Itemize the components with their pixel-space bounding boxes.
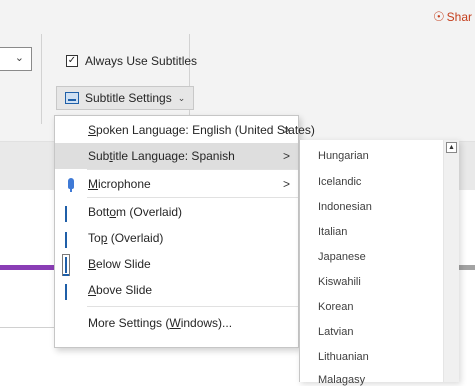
always-use-subtitles-toggle[interactable]: ✓ Always Use Subtitles bbox=[66, 54, 197, 68]
share-button[interactable]: ☉ Shar bbox=[433, 9, 472, 25]
menu-item-below-slide[interactable]: Below Slide bbox=[55, 251, 298, 277]
position-above-icon bbox=[65, 284, 67, 300]
menu-item-bottom-overlaid[interactable]: Bottom (Overlaid) bbox=[55, 199, 298, 225]
list-item-language[interactable]: Latvian bbox=[318, 326, 353, 338]
chevron-right-icon: > bbox=[282, 177, 290, 191]
language-scrollbar[interactable]: ▲ bbox=[443, 140, 459, 382]
share-icon: ☉ bbox=[433, 9, 445, 24]
dropdown-combo[interactable]: ⌄ bbox=[0, 47, 32, 71]
subtitle-settings-label: Subtitle Settings bbox=[85, 91, 172, 105]
list-item-language[interactable]: Malagasy bbox=[318, 374, 365, 386]
list-item-language[interactable]: Korean bbox=[318, 301, 353, 313]
menu-item-label: Top (Overlaid) bbox=[88, 231, 164, 245]
menu-divider bbox=[87, 197, 298, 198]
list-item-language[interactable]: Icelandic bbox=[318, 176, 361, 188]
subtitle-settings-menu: Spoken Language: English (United States)… bbox=[54, 115, 315, 348]
position-top-icon bbox=[65, 232, 67, 248]
slide-accent-bar bbox=[0, 265, 60, 270]
menu-item-top-overlaid[interactable]: Top (Overlaid) bbox=[55, 225, 298, 251]
position-below-icon bbox=[62, 254, 70, 276]
group-divider bbox=[41, 34, 42, 124]
menu-item-more-settings[interactable]: More Settings (Windows)... bbox=[55, 310, 298, 336]
menu-divider bbox=[87, 169, 298, 170]
position-bottom-icon bbox=[65, 206, 67, 222]
subtitle-settings-button[interactable]: Subtitle Settings ⌄ bbox=[56, 86, 195, 110]
share-label: Shar bbox=[446, 10, 473, 24]
menu-item-subtitle-language[interactable]: Subtitle Language: Spanish > bbox=[55, 143, 298, 169]
menu-item-microphone[interactable]: Microphone > bbox=[55, 171, 298, 197]
list-item-language[interactable]: Hungarian bbox=[318, 150, 369, 162]
menu-item-label: Microphone bbox=[88, 177, 151, 191]
list-item-language[interactable]: Lithuanian bbox=[318, 351, 369, 363]
menu-item-label: Bottom (Overlaid) bbox=[88, 205, 183, 219]
chevron-right-icon: > bbox=[282, 149, 290, 163]
list-item-language[interactable]: Kiswahili bbox=[318, 276, 361, 288]
menu-item-label: Subtitle Language: Spanish bbox=[88, 149, 235, 163]
menu-item-spoken-language[interactable]: Spoken Language: English (United States)… bbox=[55, 117, 315, 143]
always-use-subtitles-checkbox[interactable]: ✓ bbox=[66, 55, 78, 67]
menu-item-above-slide[interactable]: Above Slide bbox=[55, 277, 298, 303]
menu-divider bbox=[87, 306, 298, 307]
menu-item-label: Below Slide bbox=[88, 257, 151, 271]
chevron-down-icon: ⌄ bbox=[177, 92, 186, 103]
list-item-language[interactable]: Indonesian bbox=[318, 201, 372, 213]
group-divider bbox=[189, 34, 190, 124]
menu-item-label: More Settings (Windows)... bbox=[88, 316, 233, 330]
list-item-language[interactable]: Italian bbox=[318, 226, 347, 238]
chevron-right-icon: > bbox=[282, 123, 290, 137]
slide-rule bbox=[0, 327, 60, 328]
menu-item-label: Spoken Language: English (United States) bbox=[88, 123, 315, 137]
scroll-up-icon[interactable]: ▲ bbox=[446, 142, 457, 153]
list-item-language[interactable]: Japanese bbox=[318, 251, 366, 263]
menu-item-label: Above Slide bbox=[88, 283, 153, 297]
subtitles-icon bbox=[65, 92, 79, 104]
language-list: Hungarian Icelandic Indonesian Italian J… bbox=[299, 140, 459, 386]
chevron-down-icon: ⌄ bbox=[14, 52, 24, 64]
always-use-subtitles-label: Always Use Subtitles bbox=[85, 54, 198, 68]
